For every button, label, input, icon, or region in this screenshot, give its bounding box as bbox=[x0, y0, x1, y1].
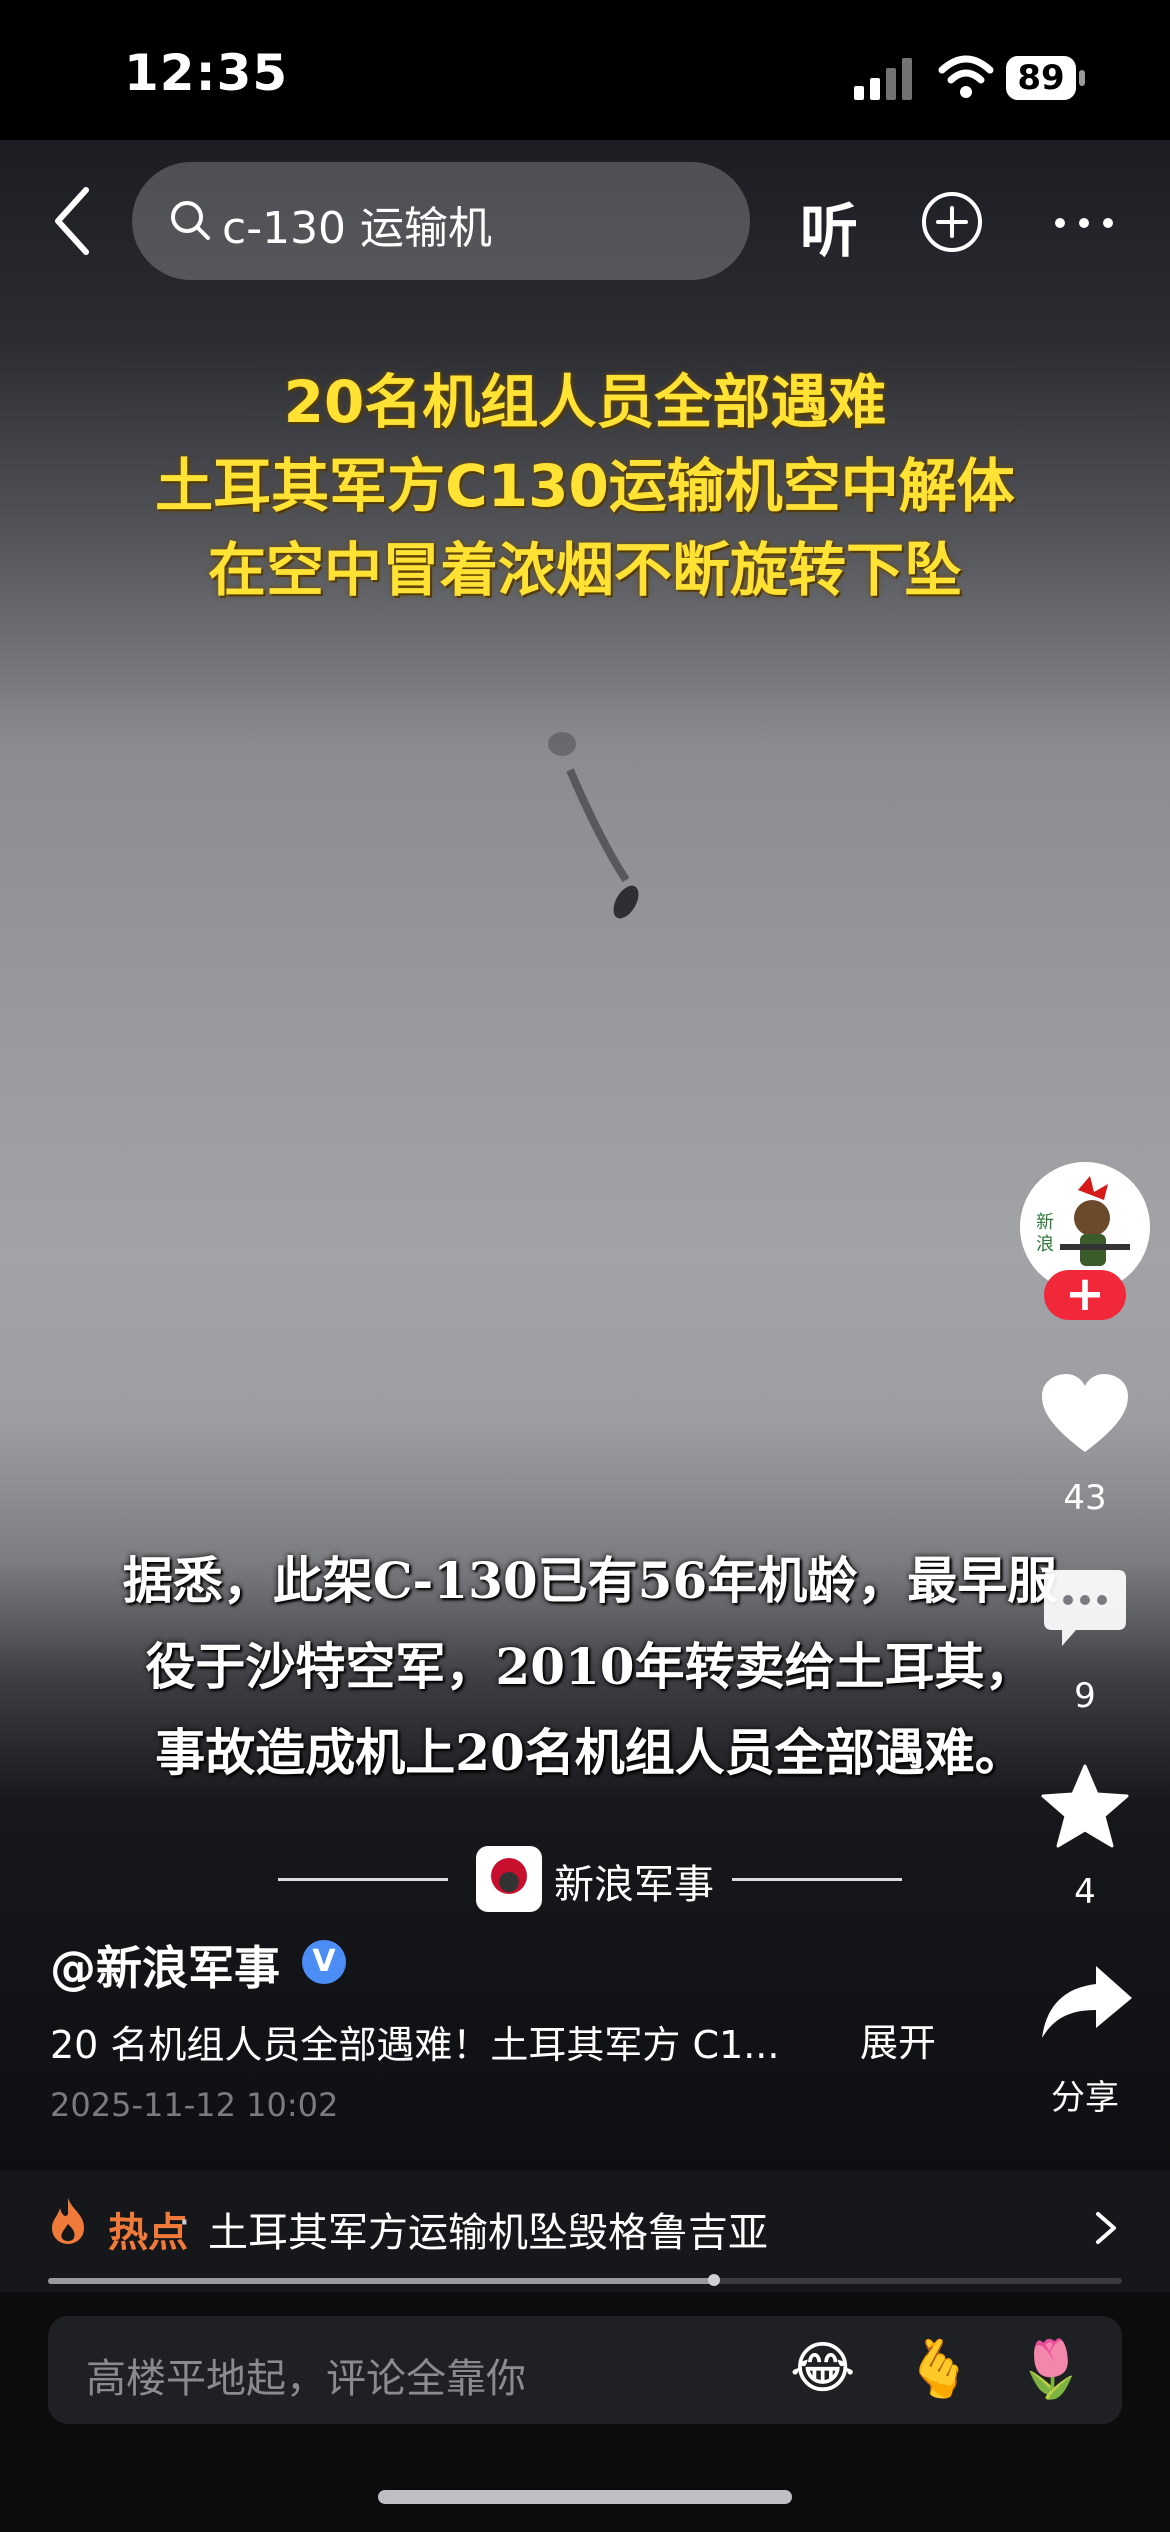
like-count: 43 bbox=[1063, 1478, 1107, 1518]
hot-separator: · bbox=[178, 2200, 191, 2246]
wifi-icon bbox=[938, 55, 994, 98]
video-progress-handle[interactable] bbox=[707, 2274, 720, 2286]
star-icon[interactable] bbox=[1040, 1762, 1130, 1850]
hot-label: 热点 bbox=[108, 2210, 188, 2256]
search-query[interactable]: c-130 运输机 bbox=[222, 192, 492, 256]
expand-button[interactable]: 展开 bbox=[860, 2012, 936, 2067]
comment-count: 9 bbox=[1074, 1676, 1096, 1716]
battery-level: 89 bbox=[1006, 56, 1076, 100]
svg-text:新: 新 bbox=[1036, 1212, 1054, 1233]
listen-button[interactable]: 听 bbox=[800, 184, 858, 268]
laughing-emoji-icon[interactable]: 😂 bbox=[790, 2336, 855, 2401]
author-handle[interactable]: @新浪军事 bbox=[50, 1932, 280, 1998]
comment-placeholder[interactable]: 高楼平地起，评论全靠你 bbox=[86, 2346, 526, 2404]
home-indicator[interactable] bbox=[378, 2490, 792, 2504]
headline-line: 在空中冒着浓烟不断旋转下坠 bbox=[207, 536, 962, 604]
video-description[interactable]: 20 名机组人员全部遇难！土耳其军方 C1... bbox=[50, 2014, 779, 2069]
finger-heart-emoji-icon[interactable]: 🫰 bbox=[904, 2336, 974, 2402]
falling-aircraft-image bbox=[548, 732, 639, 919]
cellular-signal-icon bbox=[854, 58, 912, 100]
video-progress-fill bbox=[48, 2278, 714, 2284]
watermark-text: 新浪军事 bbox=[554, 1862, 714, 1908]
subtitle-line: 役于沙特空军，2010年转卖给土耳其， bbox=[145, 1637, 1035, 1696]
follow-button[interactable]: + bbox=[1044, 1266, 1126, 1322]
flower-emoji-icon[interactable]: 🌷 bbox=[1016, 2336, 1086, 2402]
share-icon[interactable] bbox=[1040, 1962, 1134, 2042]
watermark-divider-right bbox=[732, 1878, 902, 1881]
add-circle-icon[interactable] bbox=[920, 190, 984, 254]
heart-icon[interactable] bbox=[1040, 1372, 1130, 1458]
back-icon[interactable] bbox=[52, 186, 92, 256]
watermark-logo-icon bbox=[476, 1846, 542, 1912]
comment-icon[interactable] bbox=[1042, 1566, 1128, 1650]
verified-badge-icon: V bbox=[302, 1940, 346, 1984]
chevron-right-icon[interactable] bbox=[1094, 2210, 1118, 2246]
subtitle-line: 事故造成机上20名机组人员全部遇难。 bbox=[155, 1723, 1025, 1782]
search-icon bbox=[171, 201, 210, 240]
fire-icon bbox=[52, 2198, 84, 2244]
follow-plus: + bbox=[1064, 1266, 1106, 1322]
status-time: 12:35 bbox=[124, 44, 289, 102]
headline-line: 20名机组人员全部遇难 bbox=[283, 368, 887, 436]
battery-icon: 89 bbox=[1006, 56, 1086, 100]
watermark-divider-left bbox=[278, 1878, 448, 1881]
post-date: 2025-11-12 10:02 bbox=[50, 2086, 339, 2124]
hot-topic-text[interactable]: 土耳其军方运输机坠毁格鲁吉亚 bbox=[208, 2200, 768, 2258]
more-options-icon[interactable] bbox=[1052, 214, 1116, 232]
subtitle-line: 据悉，此架C-130已有56年机龄，最早服 bbox=[122, 1551, 1058, 1610]
favorite-count: 4 bbox=[1074, 1872, 1096, 1912]
video-subtitle: 据悉，此架C-130已有56年机龄，最早服 役于沙特空军，2010年转卖给土耳其… bbox=[40, 1538, 1140, 1796]
video-headline: 20名机组人员全部遇难 土耳其军方C130运输机空中解体 在空中冒着浓烟不断旋转… bbox=[0, 360, 1170, 612]
headline-line: 土耳其军方C130运输机空中解体 bbox=[155, 452, 1015, 520]
svg-text:浪: 浪 bbox=[1036, 1234, 1054, 1255]
share-label[interactable]: 分享 bbox=[1000, 2070, 1170, 2119]
